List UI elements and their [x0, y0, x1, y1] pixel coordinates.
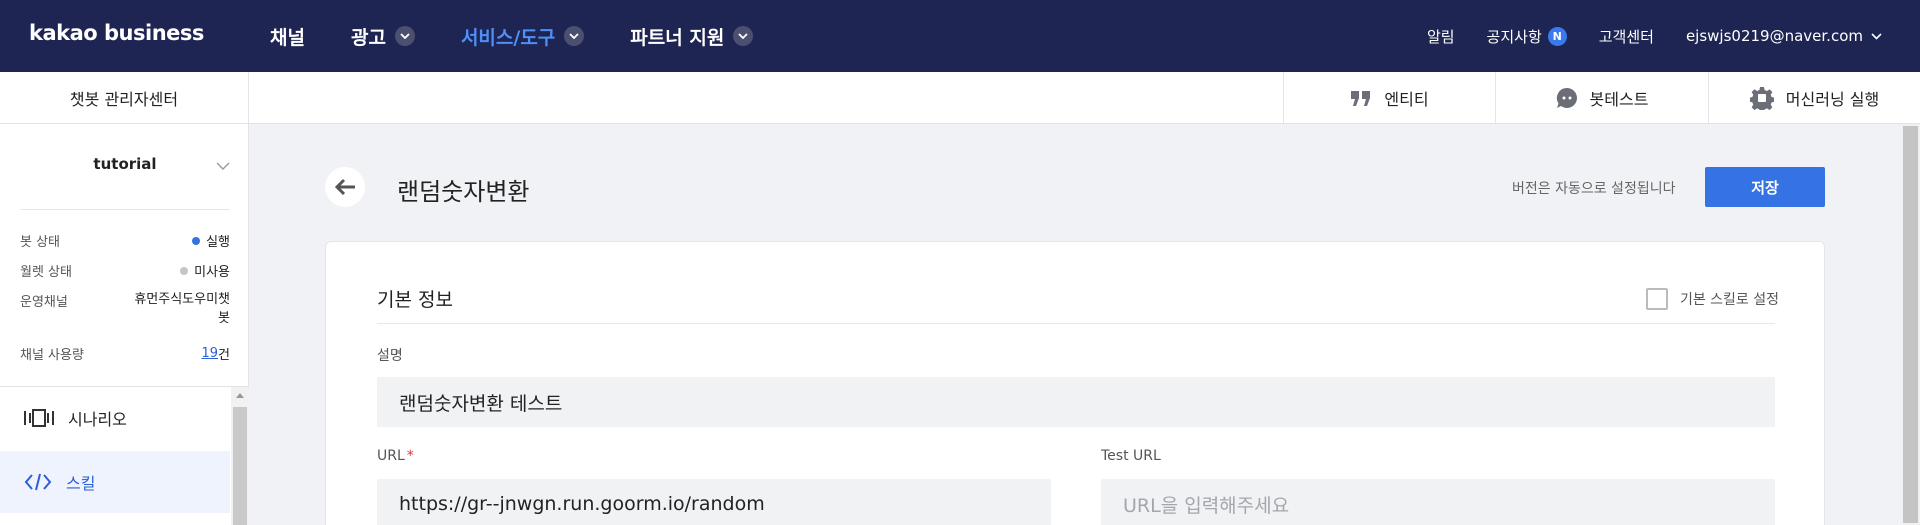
support-link[interactable]: 고객센터 [1599, 26, 1654, 47]
chevron-down-icon [216, 156, 230, 174]
operating-channel-line2: 봇 [218, 311, 230, 326]
gear-icon [1749, 86, 1774, 110]
basic-info-card: 기본 정보 기본 스킬로 설정 설명 랜덤숫자변환 테스트 URL * https… [325, 241, 1825, 525]
nav-item-services-tools[interactable]: 서비스/도구 [460, 23, 585, 50]
sidebar-item-label: 시나리오 [68, 410, 127, 429]
url-label-wrap: URL * [377, 448, 414, 464]
scrollbar-thumb[interactable] [233, 407, 247, 525]
bot-test-button[interactable]: 봇테스트 [1495, 72, 1708, 123]
bot-status-key: 봇 상태 [20, 235, 61, 250]
notices-link[interactable]: 공지사항 N [1487, 26, 1567, 47]
wallet-status-text: 미사용 [194, 265, 230, 280]
status-dot [180, 266, 189, 275]
wallet-status-value: 미사용 [180, 261, 230, 280]
status-dot [192, 236, 201, 245]
divider [377, 323, 1775, 324]
entity-label: 엔티티 [1384, 89, 1429, 109]
section-title: 기본 정보 [377, 289, 453, 311]
operating-channel-line1: 휴먼주식도우미챗 [134, 292, 230, 307]
nav-item-channel[interactable]: 채널 [270, 23, 305, 50]
back-button[interactable] [325, 167, 365, 207]
bot-status-row: 봇 상태 실행 [20, 231, 230, 250]
nav-item-label: 서비스/도구 [460, 26, 556, 49]
account-email: ejswjs0219@naver.com [1685, 27, 1863, 45]
sidebar-item-skill[interactable]: 스킬 [0, 451, 230, 513]
default-skill-label: 기본 스킬로 설정 [1679, 292, 1779, 308]
nav-item-label: 채널 [270, 26, 305, 49]
sidebar-item-scenario[interactable]: 시나리오 [0, 387, 230, 449]
version-note: 버전은 자동으로 설정됩니다 [1512, 181, 1676, 197]
bot-name: tutorial [93, 155, 157, 173]
global-nav: 채널 광고 서비스/도구 파트너 지원 [270, 0, 799, 72]
bot-status-value: 실행 [192, 231, 230, 250]
description-label: 설명 [377, 348, 403, 364]
nav-item-label: 광고 [350, 26, 386, 49]
code-icon [24, 472, 52, 492]
scrollbar-thumb[interactable] [1903, 126, 1918, 523]
default-skill-toggle[interactable]: 기본 스킬로 설정 [1645, 288, 1779, 310]
machine-learning-button[interactable]: 머신러닝 실행 [1708, 72, 1920, 123]
scenario-icon [24, 408, 54, 428]
description-field[interactable]: 랜덤숫자변환 테스트 [377, 377, 1775, 427]
nav-item-label: 파트너 지원 [630, 26, 725, 49]
bot-status-text: 실행 [206, 235, 230, 250]
arrow-left-icon [334, 178, 356, 196]
wallet-status-row: 월렛 상태 미사용 [20, 261, 230, 280]
alerts-link[interactable]: 알림 [1427, 26, 1455, 47]
default-skill-checkbox[interactable] [1645, 288, 1668, 310]
nav-item-ads[interactable]: 광고 [351, 23, 415, 50]
wallet-status-key: 월렛 상태 [20, 265, 72, 280]
main-scrollbar[interactable] [1901, 124, 1920, 525]
left-sidebar: tutorial 봇 상태 실행 월렛 상태 미사용 운영채널 휴먼주식도우미챗… [0, 124, 249, 525]
channel-usage-link[interactable]: 19 [201, 346, 218, 361]
save-button[interactable]: 저장 [1705, 167, 1825, 207]
operating-channel-key: 운영채널 [20, 295, 68, 310]
top-navigation-bar: kakao business 채널 광고 서비스/도구 파트너 지원 알림 공지… [0, 0, 1920, 72]
test-url-label: Test URL [1101, 448, 1161, 464]
chevron-down-icon [1871, 32, 1882, 40]
required-mark: * [406, 448, 414, 464]
notices-label: 공지사항 [1486, 27, 1542, 46]
new-badge: N [1547, 26, 1567, 46]
kakao-business-logo[interactable]: kakao business [29, 21, 204, 45]
operating-channel-value: 휴먼주식도우미챗 봇 [134, 290, 230, 328]
nav-item-partner-support[interactable]: 파트너 지원 [630, 23, 754, 50]
entity-button[interactable]: 엔티티 [1283, 72, 1495, 123]
scroll-up-arrow-icon[interactable] [236, 393, 244, 398]
machine-learning-label: 머신러닝 실행 [1785, 89, 1880, 109]
account-menu[interactable]: ejswjs0219@naver.com [1686, 27, 1882, 45]
channel-usage-value: 19 건 [201, 344, 230, 363]
sub-header: 챗봇 관리자센터 엔티티 봇테스트 머신러닝 실행 [0, 72, 1920, 124]
operating-channel-row: 운영채널 휴먼주식도우미챗 봇 [20, 291, 230, 328]
channel-usage-key: 채널 사용량 [20, 348, 84, 363]
url-field[interactable]: https://gr--jnwgn.run.goorm.io/random [377, 479, 1051, 525]
bot-selector[interactable]: tutorial [20, 144, 230, 184]
chat-bubble-icon [1556, 87, 1578, 109]
test-url-field[interactable]: URL을 입력해주세요 [1101, 479, 1775, 525]
quote-icon [1350, 89, 1372, 107]
chatbot-admin-title[interactable]: 챗봇 관리자센터 [0, 72, 249, 123]
channel-usage-row: 채널 사용량 19 건 [20, 344, 230, 363]
sidebar-scrollbar[interactable] [231, 387, 249, 525]
page-title: 랜덤숫자변환 [397, 178, 530, 206]
divider [20, 209, 230, 210]
sidebar-item-label: 스킬 [66, 474, 96, 493]
bot-test-label: 봇테스트 [1589, 89, 1649, 109]
chevron-down-icon [564, 26, 585, 46]
chevron-down-icon [394, 26, 415, 46]
sub-toolbar: 엔티티 봇테스트 머신러닝 실행 [1283, 72, 1920, 123]
chevron-down-icon [733, 26, 754, 46]
url-label: URL [377, 448, 405, 464]
top-right-menu: 알림 공지사항 N 고객센터 ejswjs0219@naver.com [1395, 0, 1882, 72]
channel-usage-unit: 건 [218, 348, 230, 363]
